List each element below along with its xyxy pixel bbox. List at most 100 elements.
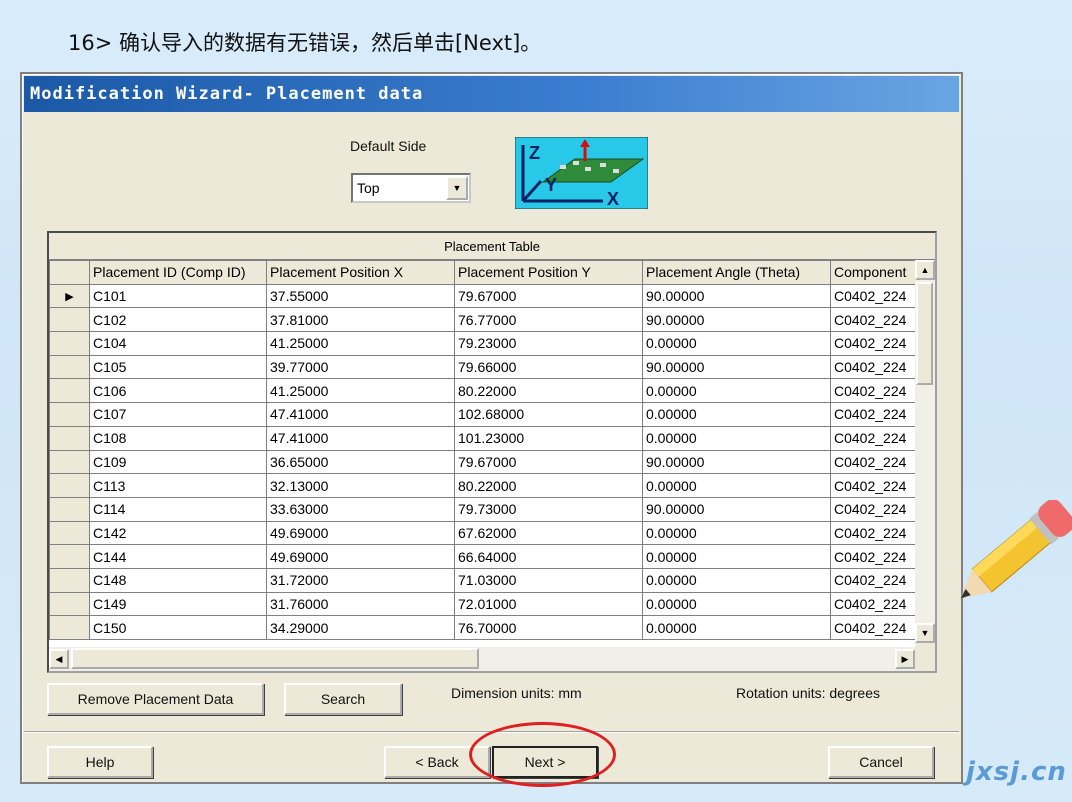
table-row[interactable]: C108 47.41000 101.23000 0.00000 C0402_224 xyxy=(49,425,931,451)
row-header[interactable] xyxy=(49,544,90,569)
table-row[interactable]: ▶ C101 37.55000 79.67000 90.00000 C0402_224 xyxy=(49,283,931,309)
table-row[interactable]: C105 39.77000 79.66000 90.00000 C0402_224 xyxy=(49,354,931,380)
table-row[interactable]: C107 47.41000 102.68000 0.00000 C0402_224 xyxy=(49,402,931,427)
table-cell[interactable]: 79.66000 xyxy=(454,354,643,380)
table-cell[interactable]: 49.69000 xyxy=(266,520,455,546)
row-header[interactable] xyxy=(49,449,90,475)
table-cell[interactable]: C148 xyxy=(89,567,267,593)
table-cell[interactable]: C113 xyxy=(89,473,267,498)
cancel-button[interactable]: Cancel xyxy=(828,746,934,778)
column-header[interactable]: Placement ID (Comp ID) xyxy=(89,260,267,285)
table-cell[interactable]: 31.76000 xyxy=(266,591,455,617)
row-header[interactable] xyxy=(49,591,90,617)
table-cell[interactable]: C106 xyxy=(89,378,267,404)
table-cell[interactable]: 0.00000 xyxy=(642,402,831,427)
table-cell[interactable]: 31.72000 xyxy=(266,567,455,593)
table-row[interactable]: C113 32.13000 80.22000 0.00000 C0402_224 xyxy=(49,473,931,498)
table-cell[interactable]: 0.00000 xyxy=(642,567,831,593)
column-header[interactable]: Placement Position Y xyxy=(454,260,643,285)
table-cell[interactable]: 90.00000 xyxy=(642,496,831,522)
table-cell[interactable]: 0.00000 xyxy=(642,473,831,498)
table-cell[interactable]: 0.00000 xyxy=(642,378,831,404)
row-header[interactable] xyxy=(49,354,90,380)
table-cell[interactable]: 0.00000 xyxy=(642,615,831,640)
table-cell[interactable]: 90.00000 xyxy=(642,283,831,309)
search-button[interactable]: Search xyxy=(284,683,402,715)
placement-table[interactable]: Placement Table Placement ID (Comp ID) P… xyxy=(47,231,937,673)
table-cell[interactable]: 90.00000 xyxy=(642,307,831,333)
table-cell[interactable]: C104 xyxy=(89,331,267,356)
table-cell[interactable]: C101 xyxy=(89,283,267,309)
column-header[interactable]: Placement Angle (Theta) xyxy=(642,260,831,285)
help-button[interactable]: Help xyxy=(47,746,153,778)
table-row[interactable]: C114 33.63000 79.73000 90.00000 C0402_224 xyxy=(49,496,931,522)
table-cell[interactable]: 80.22000 xyxy=(454,473,643,498)
row-header[interactable] xyxy=(49,473,90,498)
table-row[interactable]: C106 41.25000 80.22000 0.00000 C0402_224 xyxy=(49,378,931,404)
table-cell[interactable]: C108 xyxy=(89,425,267,451)
table-cell[interactable]: C149 xyxy=(89,591,267,617)
table-cell[interactable]: 101.23000 xyxy=(454,425,643,451)
table-row[interactable]: C150 34.29000 76.70000 0.00000 C0402_224 xyxy=(49,615,931,640)
table-cell[interactable]: C114 xyxy=(89,496,267,522)
scroll-down-icon[interactable]: ▼ xyxy=(915,623,935,643)
table-cell[interactable]: 49.69000 xyxy=(266,544,455,569)
scroll-up-icon[interactable]: ▲ xyxy=(915,260,935,280)
table-cell[interactable]: 0.00000 xyxy=(642,544,831,569)
table-cell[interactable]: 0.00000 xyxy=(642,591,831,617)
table-cell[interactable]: C107 xyxy=(89,402,267,427)
scroll-right-icon[interactable]: ▶ xyxy=(895,649,915,669)
table-cell[interactable]: 67.62000 xyxy=(454,520,643,546)
chevron-down-icon[interactable]: ▼ xyxy=(446,176,468,200)
current-row-indicator-icon[interactable]: ▶ xyxy=(49,283,90,309)
table-cell[interactable]: C144 xyxy=(89,544,267,569)
table-cell[interactable]: 79.67000 xyxy=(454,283,643,309)
table-cell[interactable]: 33.63000 xyxy=(266,496,455,522)
scroll-left-icon[interactable]: ◀ xyxy=(49,649,69,669)
table-cell[interactable]: C109 xyxy=(89,449,267,475)
table-cell[interactable]: 47.41000 xyxy=(266,425,455,451)
table-cell[interactable]: 80.22000 xyxy=(454,378,643,404)
vertical-scrollbar[interactable]: ▲ ▼ xyxy=(915,260,935,643)
row-header[interactable] xyxy=(49,520,90,546)
table-cell[interactable]: 90.00000 xyxy=(642,449,831,475)
table-cell[interactable]: 41.25000 xyxy=(266,331,455,356)
horizontal-scrollbar[interactable]: ◀ ▶ xyxy=(49,647,915,671)
table-cell[interactable]: C102 xyxy=(89,307,267,333)
table-cell[interactable]: C142 xyxy=(89,520,267,546)
table-cell[interactable]: 90.00000 xyxy=(642,354,831,380)
column-header[interactable]: Placement Position X xyxy=(266,260,455,285)
table-cell[interactable]: 76.77000 xyxy=(454,307,643,333)
table-cell[interactable]: C150 xyxy=(89,615,267,640)
table-row[interactable]: C149 31.76000 72.01000 0.00000 C0402_224 xyxy=(49,591,931,617)
table-cell[interactable]: 0.00000 xyxy=(642,425,831,451)
table-cell[interactable]: 66.64000 xyxy=(454,544,643,569)
table-cell[interactable]: 79.73000 xyxy=(454,496,643,522)
table-cell[interactable]: 37.55000 xyxy=(266,283,455,309)
table-cell[interactable]: 102.68000 xyxy=(454,402,643,427)
default-side-select[interactable]: Top ▼ xyxy=(351,173,471,203)
table-row[interactable]: C102 37.81000 76.77000 90.00000 C0402_224 xyxy=(49,307,931,333)
table-cell[interactable]: 36.65000 xyxy=(266,449,455,475)
table-cell[interactable]: 79.67000 xyxy=(454,449,643,475)
table-row[interactable]: C104 41.25000 79.23000 0.00000 C0402_224 xyxy=(49,331,931,356)
table-cell[interactable]: 0.00000 xyxy=(642,331,831,356)
row-header[interactable] xyxy=(49,402,90,427)
table-cell[interactable]: 39.77000 xyxy=(266,354,455,380)
table-cell[interactable]: 47.41000 xyxy=(266,402,455,427)
vertical-scroll-thumb[interactable] xyxy=(916,282,933,385)
row-header[interactable] xyxy=(49,425,90,451)
table-row[interactable]: C142 49.69000 67.62000 0.00000 C0402_224 xyxy=(49,520,931,546)
table-cell[interactable]: 71.03000 xyxy=(454,567,643,593)
table-cell[interactable]: 72.01000 xyxy=(454,591,643,617)
row-header[interactable] xyxy=(49,615,90,640)
row-header[interactable] xyxy=(49,331,90,356)
horizontal-scroll-thumb[interactable] xyxy=(71,648,479,669)
row-header[interactable] xyxy=(49,496,90,522)
table-row[interactable]: C144 49.69000 66.64000 0.00000 C0402_224 xyxy=(49,544,931,569)
remove-placement-data-button[interactable]: Remove Placement Data xyxy=(47,683,264,715)
row-header[interactable] xyxy=(49,378,90,404)
table-row[interactable]: C109 36.65000 79.67000 90.00000 C0402_224 xyxy=(49,449,931,475)
placement-grid[interactable]: Placement ID (Comp ID) Placement Positio… xyxy=(49,260,931,640)
row-header[interactable] xyxy=(49,307,90,333)
